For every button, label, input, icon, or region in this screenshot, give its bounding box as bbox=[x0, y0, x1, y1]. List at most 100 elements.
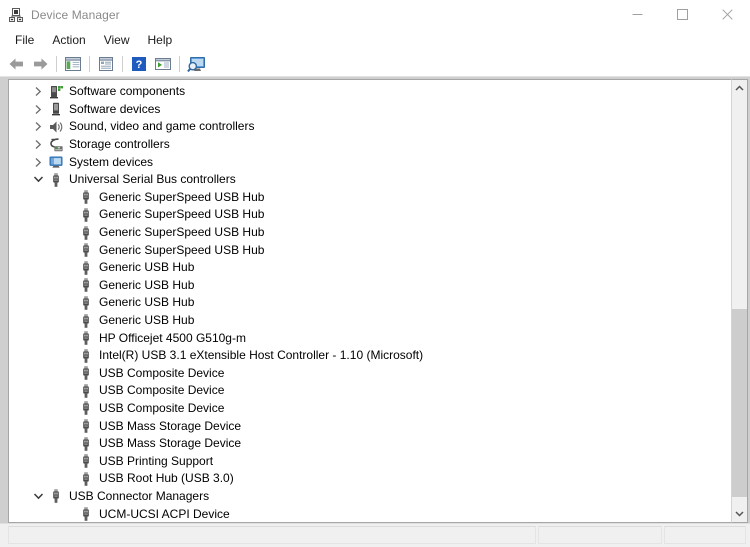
chevron-down-icon[interactable] bbox=[31, 488, 46, 504]
tree-row-label: USB Mass Storage Device bbox=[99, 436, 242, 451]
maximize-button[interactable] bbox=[660, 0, 705, 29]
tree-row-label: Generic USB Hub bbox=[99, 313, 195, 328]
tree-row-label: USB Root Hub (USB 3.0) bbox=[99, 471, 234, 486]
storage-controller-icon bbox=[48, 137, 64, 153]
sound-controller-icon bbox=[48, 119, 64, 135]
tree-row-label: USB Composite Device bbox=[99, 365, 225, 380]
scroll-up-button[interactable] bbox=[732, 80, 747, 97]
window-title: Device Manager bbox=[31, 7, 120, 22]
scroll-down-button[interactable] bbox=[732, 505, 747, 522]
chevron-right-icon[interactable] bbox=[31, 101, 46, 117]
chevron-right-icon[interactable] bbox=[31, 84, 46, 100]
usb-icon bbox=[78, 313, 94, 329]
toolbar-separator-3 bbox=[122, 56, 123, 72]
tree-row[interactable]: USB Mass Storage Device bbox=[9, 435, 731, 453]
tree-row-label: Generic SuperSpeed USB Hub bbox=[99, 242, 265, 257]
tree-row-label: Sound, video and game controllers bbox=[69, 119, 255, 134]
tree-row[interactable]: Generic SuperSpeed USB Hub bbox=[9, 224, 731, 242]
usb-icon bbox=[78, 471, 94, 487]
tree-row[interactable]: Generic USB Hub bbox=[9, 277, 731, 295]
tree-row[interactable]: USB Composite Device bbox=[9, 400, 731, 418]
tree-row[interactable]: Generic SuperSpeed USB Hub bbox=[9, 241, 731, 259]
forward-arrow-icon[interactable] bbox=[28, 53, 52, 75]
usb-icon bbox=[78, 189, 94, 205]
usb-icon bbox=[78, 365, 94, 381]
svg-text:?: ? bbox=[136, 59, 143, 71]
tree-row[interactable]: USB Connector Managers bbox=[9, 488, 731, 506]
chevron-right-icon[interactable] bbox=[31, 119, 46, 135]
tree-row[interactable]: USB Printing Support bbox=[9, 452, 731, 470]
tree-row[interactable]: Software devices bbox=[9, 101, 731, 119]
tree-row-label: USB Composite Device bbox=[99, 400, 225, 415]
menu-item-help[interactable]: Help bbox=[139, 31, 182, 50]
tree-row-label: USB Mass Storage Device bbox=[99, 418, 242, 433]
chevron-down-icon[interactable] bbox=[31, 172, 46, 188]
tree-row[interactable]: USB Mass Storage Device bbox=[9, 417, 731, 435]
tree-row[interactable]: Generic USB Hub bbox=[9, 312, 731, 330]
tree-row-label: Generic USB Hub bbox=[99, 277, 195, 292]
close-button[interactable] bbox=[705, 0, 750, 29]
toolbar-separator-2 bbox=[89, 56, 90, 72]
properties-icon[interactable] bbox=[94, 53, 118, 75]
tree-row[interactable]: Generic SuperSpeed USB Hub bbox=[9, 189, 731, 207]
tree-row[interactable]: Generic SuperSpeed USB Hub bbox=[9, 206, 731, 224]
tree-row-label: USB Printing Support bbox=[99, 453, 214, 468]
tree-row-label: Generic SuperSpeed USB Hub bbox=[99, 207, 265, 222]
tree-row[interactable]: UCM-UCSI ACPI Device bbox=[9, 505, 731, 522]
usb-icon bbox=[78, 207, 94, 223]
tree-row[interactable]: USB Composite Device bbox=[9, 365, 731, 383]
tree-row[interactable]: Generic USB Hub bbox=[9, 259, 731, 277]
scan-for-hardware-changes-icon[interactable] bbox=[184, 53, 208, 75]
client-left-edge bbox=[0, 77, 6, 523]
usb-icon bbox=[78, 295, 94, 311]
device-manager-icon bbox=[8, 7, 24, 23]
scrollbar-thumb[interactable] bbox=[732, 309, 747, 497]
tree-row[interactable]: HP Officejet 4500 G510g-m bbox=[9, 329, 731, 347]
status-panel-3 bbox=[664, 526, 746, 544]
device-tree[interactable]: Software components Software devices Sound… bbox=[9, 83, 731, 522]
usb-icon bbox=[78, 242, 94, 258]
tree-row[interactable]: Generic USB Hub bbox=[9, 294, 731, 312]
vertical-scrollbar[interactable] bbox=[731, 79, 748, 523]
menu-item-view[interactable]: View bbox=[95, 31, 139, 50]
window-controls bbox=[615, 0, 750, 29]
toolbar-separator-1 bbox=[56, 56, 57, 72]
tree-row[interactable]: Universal Serial Bus controllers bbox=[9, 171, 731, 189]
tree-row-label: Generic USB Hub bbox=[99, 260, 195, 275]
back-arrow-icon[interactable] bbox=[4, 53, 28, 75]
device-manager-window: Device Manager File Action View Help ? S… bbox=[0, 0, 750, 547]
tree-row[interactable]: Sound, video and game controllers bbox=[9, 118, 731, 136]
tree-row[interactable]: Storage controllers bbox=[9, 136, 731, 154]
tree-row[interactable]: Software components bbox=[9, 83, 731, 101]
show-hide-console-tree-icon[interactable] bbox=[61, 53, 85, 75]
chevron-right-icon[interactable] bbox=[31, 137, 46, 153]
usb-icon bbox=[78, 225, 94, 241]
tree-row[interactable]: USB Root Hub (USB 3.0) bbox=[9, 470, 731, 488]
minimize-button[interactable] bbox=[615, 0, 660, 29]
tree-row[interactable]: Intel(R) USB 3.1 eXtensible Host Control… bbox=[9, 347, 731, 365]
usb-icon bbox=[48, 172, 64, 188]
software-device-icon bbox=[48, 101, 64, 117]
help-icon[interactable]: ? bbox=[127, 53, 151, 75]
tree-row-label: Generic USB Hub bbox=[99, 295, 195, 310]
tree-row-label: HP Officejet 4500 G510g-m bbox=[99, 330, 246, 345]
chevron-right-icon[interactable] bbox=[31, 154, 46, 170]
menu-item-file[interactable]: File bbox=[6, 31, 43, 50]
scrollbar-track[interactable] bbox=[732, 97, 747, 505]
tree-row-label: Storage controllers bbox=[69, 137, 170, 152]
system-device-icon bbox=[48, 154, 64, 170]
tree-row[interactable]: USB Composite Device bbox=[9, 382, 731, 400]
usb-icon bbox=[78, 453, 94, 469]
menu-item-action[interactable]: Action bbox=[43, 31, 94, 50]
tree-row[interactable]: System devices bbox=[9, 153, 731, 171]
usb-icon bbox=[78, 400, 94, 416]
update-driver-icon[interactable] bbox=[151, 53, 175, 75]
tree-row-label: Software components bbox=[69, 84, 186, 99]
